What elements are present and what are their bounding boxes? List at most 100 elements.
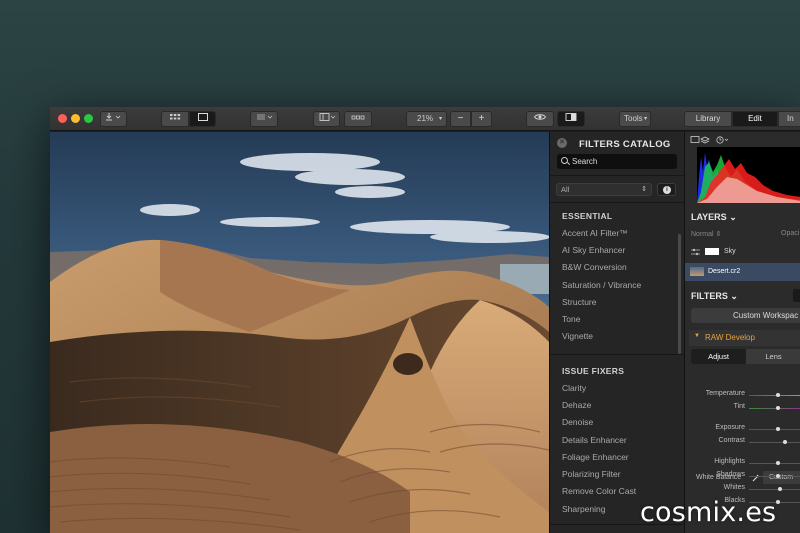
- slider-knob[interactable]: [775, 474, 780, 478]
- slider-contrast[interactable]: Contrast: [685, 437, 800, 449]
- filters-menu-button[interactable]: [793, 289, 800, 302]
- slider-track[interactable]: [749, 429, 800, 430]
- grid-view-button[interactable]: [161, 111, 189, 127]
- search-input[interactable]: Search: [557, 154, 677, 169]
- slider-knob[interactable]: [783, 440, 788, 444]
- tools-label: Tools: [624, 114, 643, 123]
- slider-track[interactable]: [749, 442, 800, 443]
- category-dropdown[interactable]: All ⇕: [556, 183, 652, 196]
- layer-name: Desert.cr2: [708, 268, 741, 275]
- slider-track[interactable]: [749, 489, 800, 490]
- search-placeholder: Search: [572, 157, 598, 166]
- tab-library[interactable]: Library: [684, 111, 732, 127]
- zoom-in-button[interactable]: +: [471, 111, 492, 127]
- tab-adjust[interactable]: Adjust: [691, 349, 746, 364]
- filter-item[interactable]: Accent AI Filter™: [562, 228, 628, 238]
- sort-button[interactable]: [250, 111, 278, 127]
- filters-catalog-panel: ✕ FILTERS CATALOG Search All ⇕ i ESSENTI…: [549, 132, 685, 533]
- slider-track[interactable]: [749, 463, 800, 464]
- filter-item[interactable]: Dehaze: [562, 400, 591, 410]
- opacity-label: Opaci: [781, 230, 800, 237]
- filter-item[interactable]: B&W Conversion: [562, 262, 627, 272]
- slider-highlights[interactable]: Highlights: [685, 458, 800, 470]
- close-window-button[interactable]: [58, 114, 67, 123]
- slider-track[interactable]: [749, 408, 800, 409]
- layer-row-sky[interactable]: Sky: [685, 242, 800, 262]
- layer-row-desert[interactable]: Desert.cr2: [685, 263, 800, 281]
- sidebar-icon: [319, 113, 335, 121]
- eye-icon: [533, 114, 547, 120]
- preview-button[interactable]: [526, 111, 554, 127]
- filters-title[interactable]: FILTERS ⌄: [691, 291, 738, 302]
- tab-edit[interactable]: Edit: [732, 111, 778, 127]
- compare-button[interactable]: [557, 111, 585, 127]
- minimize-window-button[interactable]: [71, 114, 80, 123]
- search-icon: [561, 157, 568, 164]
- chevron-down-icon: ▾: [438, 116, 442, 122]
- info-button[interactable]: i: [657, 183, 676, 196]
- slider-knob[interactable]: [775, 461, 780, 465]
- chevron-updown-icon: ⇕: [641, 186, 647, 193]
- filter-item[interactable]: Vignette: [562, 331, 593, 341]
- filter-item[interactable]: AI Sky Enhancer: [562, 245, 625, 255]
- single-view-button[interactable]: [189, 111, 216, 127]
- filter-item[interactable]: Saturation / Vibrance: [562, 280, 641, 290]
- slider-temperature[interactable]: Temperature: [685, 390, 800, 402]
- layers-title[interactable]: LAYERS ⌄: [691, 212, 737, 223]
- toolbar: 21% ▾ − + Tools ▾ Library Edit In: [50, 107, 800, 131]
- zoom-window-button[interactable]: [84, 114, 93, 123]
- slider-shadows[interactable]: Shadows: [685, 471, 800, 483]
- slider-label: Tint: [733, 403, 745, 410]
- tab-info[interactable]: In: [778, 111, 800, 127]
- filter-item[interactable]: Sharpening: [562, 504, 605, 514]
- slider-label: Contrast: [718, 437, 745, 444]
- slider-tint[interactable]: Tint: [685, 403, 800, 415]
- raw-develop-header[interactable]: ▼ RAW Develop: [689, 330, 800, 346]
- close-catalog-button[interactable]: ✕: [557, 138, 567, 148]
- slider-label: Exposure: [715, 424, 745, 431]
- slider-label: Temperature: [705, 390, 745, 397]
- filter-item[interactable]: Clarity: [562, 383, 586, 393]
- slider-knob[interactable]: [775, 427, 780, 431]
- info-icon: i: [663, 186, 671, 194]
- zoom-out-button[interactable]: −: [450, 111, 471, 127]
- filter-item[interactable]: Structure: [562, 297, 597, 307]
- tab-lens[interactable]: Lens: [746, 349, 800, 364]
- filmstrip-button[interactable]: [344, 111, 372, 127]
- filter-item[interactable]: Tone: [562, 314, 580, 324]
- divider: [550, 202, 685, 203]
- photo-canvas[interactable]: [50, 132, 549, 533]
- split-view-icon: [565, 113, 577, 121]
- histogram-toolbar-icons: [690, 136, 729, 144]
- slider-track[interactable]: [749, 476, 800, 477]
- filter-item[interactable]: Foliage Enhancer: [562, 452, 629, 462]
- slider-track[interactable]: [749, 395, 800, 396]
- list-sort-icon: [257, 114, 273, 120]
- catalog-scrollbar[interactable]: [678, 234, 681, 354]
- catalog-title: FILTERS CATALOG: [579, 139, 671, 150]
- blend-mode-select[interactable]: Normal ⇕: [691, 230, 721, 238]
- filter-item[interactable]: Details Enhancer: [562, 435, 627, 445]
- slider-label: Highlights: [714, 458, 745, 465]
- zoom-dropdown[interactable]: 21% ▾: [406, 111, 447, 127]
- slider-whites[interactable]: Whites: [685, 484, 800, 496]
- slider-label: Whites: [723, 484, 745, 491]
- chevron-down-icon: ▼: [694, 333, 700, 339]
- import-button[interactable]: [100, 111, 127, 127]
- filter-item[interactable]: Denoise: [562, 417, 593, 427]
- panels-button[interactable]: [313, 111, 340, 127]
- divider: [550, 175, 685, 176]
- tools-menu[interactable]: Tools ▾: [619, 111, 651, 127]
- section-essential: ESSENTIAL: [562, 211, 613, 221]
- layer-thumbnail: [690, 267, 704, 276]
- slider-knob[interactable]: [778, 487, 783, 491]
- filter-item[interactable]: Polarizing Filter: [562, 469, 621, 479]
- right-panel: LAYERS ⌄ Normal ⇕ Opaci Sky Desert.cr2 F…: [684, 132, 800, 533]
- divider: [550, 354, 685, 355]
- raw-develop-label: RAW Develop: [705, 333, 755, 342]
- filter-item[interactable]: Remove Color Cast: [562, 486, 636, 496]
- custom-workspace-button[interactable]: Custom Workspac: [691, 308, 800, 323]
- slider-knob[interactable]: [775, 393, 780, 397]
- slider-exposure[interactable]: Exposure: [685, 424, 800, 436]
- slider-knob[interactable]: [775, 406, 780, 410]
